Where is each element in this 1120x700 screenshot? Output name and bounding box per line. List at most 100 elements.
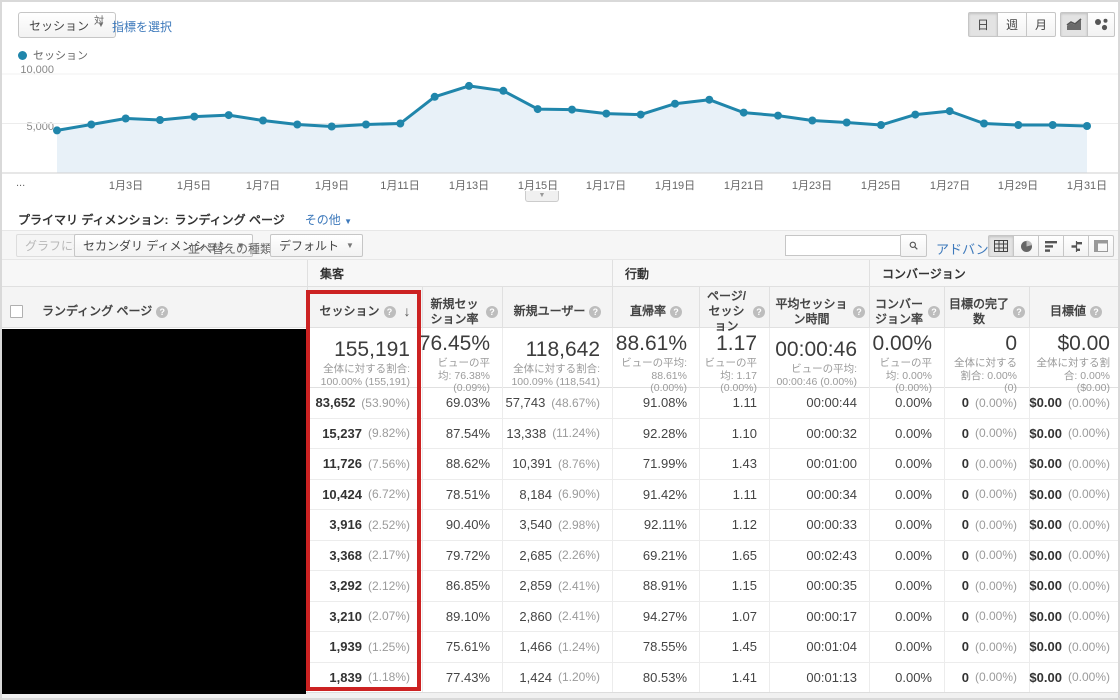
line-chart-button[interactable] — [1060, 12, 1088, 37]
data-point[interactable] — [53, 126, 61, 135]
other-dimensions-link[interactable]: その他 ▼ — [305, 211, 352, 228]
cell-sessions: 3,292 (2.12%) — [307, 571, 422, 601]
cell-avg-session-duration: 00:00:34 — [769, 479, 869, 509]
data-point[interactable] — [1048, 121, 1057, 129]
summary-new-users-subtext: 全体に対する割合: 100.09% (118,541) — [511, 363, 600, 388]
data-point[interactable] — [259, 116, 267, 125]
help-icon[interactable]: ? — [753, 305, 765, 318]
cell-new-session-rate: 79.72% — [422, 540, 502, 570]
data-point[interactable] — [1083, 122, 1091, 130]
help-icon[interactable]: ? — [670, 305, 682, 318]
data-point[interactable] — [842, 118, 851, 127]
cell-new-session-rate: 69.03% — [422, 388, 502, 418]
header-new-session-rate-label: 新規セッション率 — [430, 296, 479, 326]
data-point[interactable] — [293, 120, 302, 129]
search-icon — [909, 241, 918, 250]
summary-goal-value-value: $0.00 — [1057, 332, 1110, 355]
data-point[interactable] — [774, 111, 782, 120]
collapse-chart-tab[interactable]: ▼ — [525, 191, 559, 202]
summary-sessions-subtext: 全体に対する割合: 100.00% (155,191) — [320, 363, 410, 388]
summary-avg-session-duration-subtext: ビューの平均: 00:00:46 (0.00%) — [776, 363, 857, 388]
cell-new-users: 3,540 (2.98%) — [502, 510, 612, 540]
search-button[interactable] — [900, 234, 927, 257]
help-icon[interactable]: ? — [156, 305, 169, 318]
data-point[interactable] — [636, 110, 645, 119]
data-point[interactable] — [533, 105, 542, 114]
cell-pages-per-session: 1.45 — [699, 632, 769, 662]
cell-sessions: 83,652 (53.90%) — [307, 388, 422, 418]
cell-goal-completions: 0 (0.00%) — [944, 388, 1029, 418]
data-point[interactable] — [705, 95, 714, 104]
help-icon[interactable]: ? — [383, 305, 396, 318]
cell-pages-per-session: 1.65 — [699, 540, 769, 570]
select-metric-link[interactable]: 指標を選択 — [112, 18, 172, 35]
data-point[interactable] — [980, 119, 988, 128]
x-axis-label: 1月5日 — [176, 180, 212, 192]
data-point[interactable] — [945, 107, 954, 116]
x-axis-label: 1月19日 — [654, 180, 696, 192]
primary-dimension-bar: プライマリ ディメンション: ランディング ページ その他 ▼ — [18, 211, 352, 228]
analytics-report-page: セッション ▼ 対 指標を選択 日 週 月 セッション 10,000 5,000 — [0, 0, 1120, 700]
header-bounce-rate-label: 直帰率 — [629, 304, 666, 318]
x-axis: ... 1月3日 1月5日 1月7日 1月9日 1月11日 1月13日 1月15日 1月17日 1… — [2, 177, 1118, 192]
data-point[interactable] — [602, 109, 611, 118]
data-point[interactable] — [362, 120, 370, 129]
help-icon[interactable]: ? — [589, 305, 602, 318]
cell-pages-per-session: 1.11 — [699, 479, 769, 509]
cell-pages-per-session: 1.11 — [699, 388, 769, 418]
comparison-view-button[interactable] — [1063, 235, 1089, 257]
data-point[interactable] — [224, 111, 233, 120]
primary-dimension-value[interactable]: ランディング ページ — [175, 211, 285, 228]
data-point[interactable] — [190, 112, 199, 121]
cell-bounce-rate: 88.91% — [612, 571, 699, 601]
column-header-row: ランディング ページ ? セッション ? ↓ 新規セッション率 ? 新規ユーザー… — [2, 287, 1118, 336]
data-point[interactable] — [396, 119, 405, 128]
cell-bounce-rate: 71.99% — [612, 449, 699, 479]
data-point[interactable] — [156, 116, 164, 124]
cell-conversion-rate: 0.00% — [869, 418, 944, 448]
percentage-view-button[interactable] — [1013, 235, 1039, 257]
data-point[interactable] — [327, 122, 336, 131]
granularity-day-button[interactable]: 日 — [968, 12, 998, 37]
granularity-week-button[interactable]: 週 — [997, 12, 1027, 37]
select-all-checkbox[interactable] — [9, 305, 23, 318]
data-view-button[interactable] — [988, 235, 1014, 257]
data-point[interactable] — [671, 99, 679, 108]
cell-bounce-rate: 91.42% — [612, 479, 699, 509]
cell-avg-session-duration: 00:00:35 — [769, 571, 869, 601]
data-point[interactable] — [87, 120, 96, 129]
help-icon[interactable]: ? — [486, 305, 498, 318]
table-search-input[interactable] — [785, 235, 901, 256]
data-point[interactable] — [911, 110, 920, 119]
help-icon[interactable]: ? — [928, 305, 940, 318]
cell-bounce-rate: 92.28% — [612, 418, 699, 448]
data-point[interactable] — [739, 108, 748, 117]
summary-bounce-rate-value: 88.61% — [615, 332, 687, 355]
series-color-dot — [18, 50, 27, 60]
summary-pages-per-session-value: 1.17 — [716, 332, 757, 355]
chevron-down-icon: ▼ — [346, 240, 354, 250]
data-point[interactable] — [465, 81, 473, 90]
data-point[interactable] — [121, 114, 130, 123]
data-point[interactable] — [877, 121, 885, 129]
performance-view-button[interactable] — [1038, 235, 1064, 257]
data-point[interactable] — [808, 116, 817, 125]
help-icon[interactable]: ? — [1013, 305, 1025, 318]
data-point[interactable] — [1014, 121, 1023, 129]
data-point[interactable] — [499, 86, 508, 95]
data-point[interactable] — [568, 105, 576, 114]
help-icon[interactable]: ? — [1090, 305, 1102, 318]
help-icon[interactable]: ? — [853, 305, 865, 318]
cell-conversion-rate: 0.00% — [869, 571, 944, 601]
cell-new-session-rate: 77.43% — [422, 662, 502, 692]
sort-type-dropdown[interactable]: デフォルト ▼ — [270, 234, 363, 257]
data-point[interactable] — [430, 92, 439, 101]
summary-new-users-value: 118,642 — [525, 338, 600, 362]
cell-goal-value: $0.00 (0.00%) — [1029, 418, 1118, 448]
cell-goal-value: $0.00 (0.00%) — [1029, 571, 1118, 601]
cell-new-users: 1,424 (1.20%) — [502, 662, 612, 692]
pivot-view-button[interactable] — [1088, 235, 1114, 257]
header-goal-value-label: 目標値 — [1049, 304, 1086, 318]
granularity-month-button[interactable]: 月 — [1026, 12, 1056, 37]
motion-chart-button[interactable] — [1087, 12, 1115, 37]
